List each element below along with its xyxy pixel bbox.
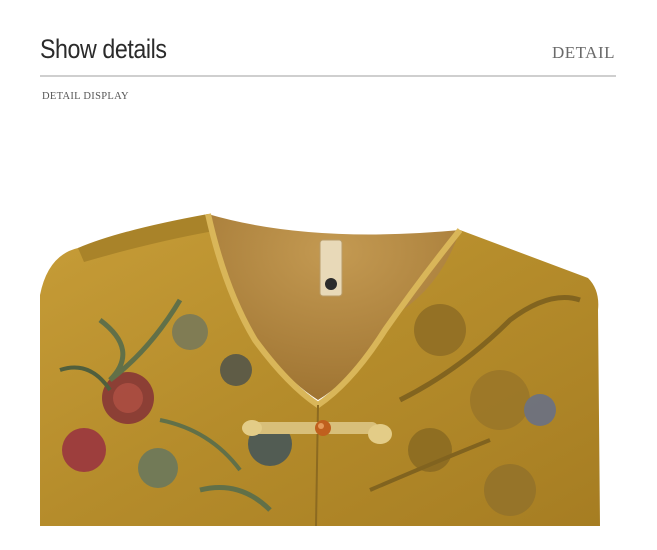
- vest-illustration: [40, 200, 616, 526]
- section-tag: DETAIL: [551, 43, 615, 62]
- section-subtitle: DETAIL DISPLAY: [42, 91, 129, 102]
- product-detail-photo: [40, 200, 616, 526]
- section-title: Show details: [40, 34, 167, 64]
- header-divider: [40, 75, 616, 77]
- detail-section: Show details DETAIL DETAIL DISPLAY: [0, 0, 657, 550]
